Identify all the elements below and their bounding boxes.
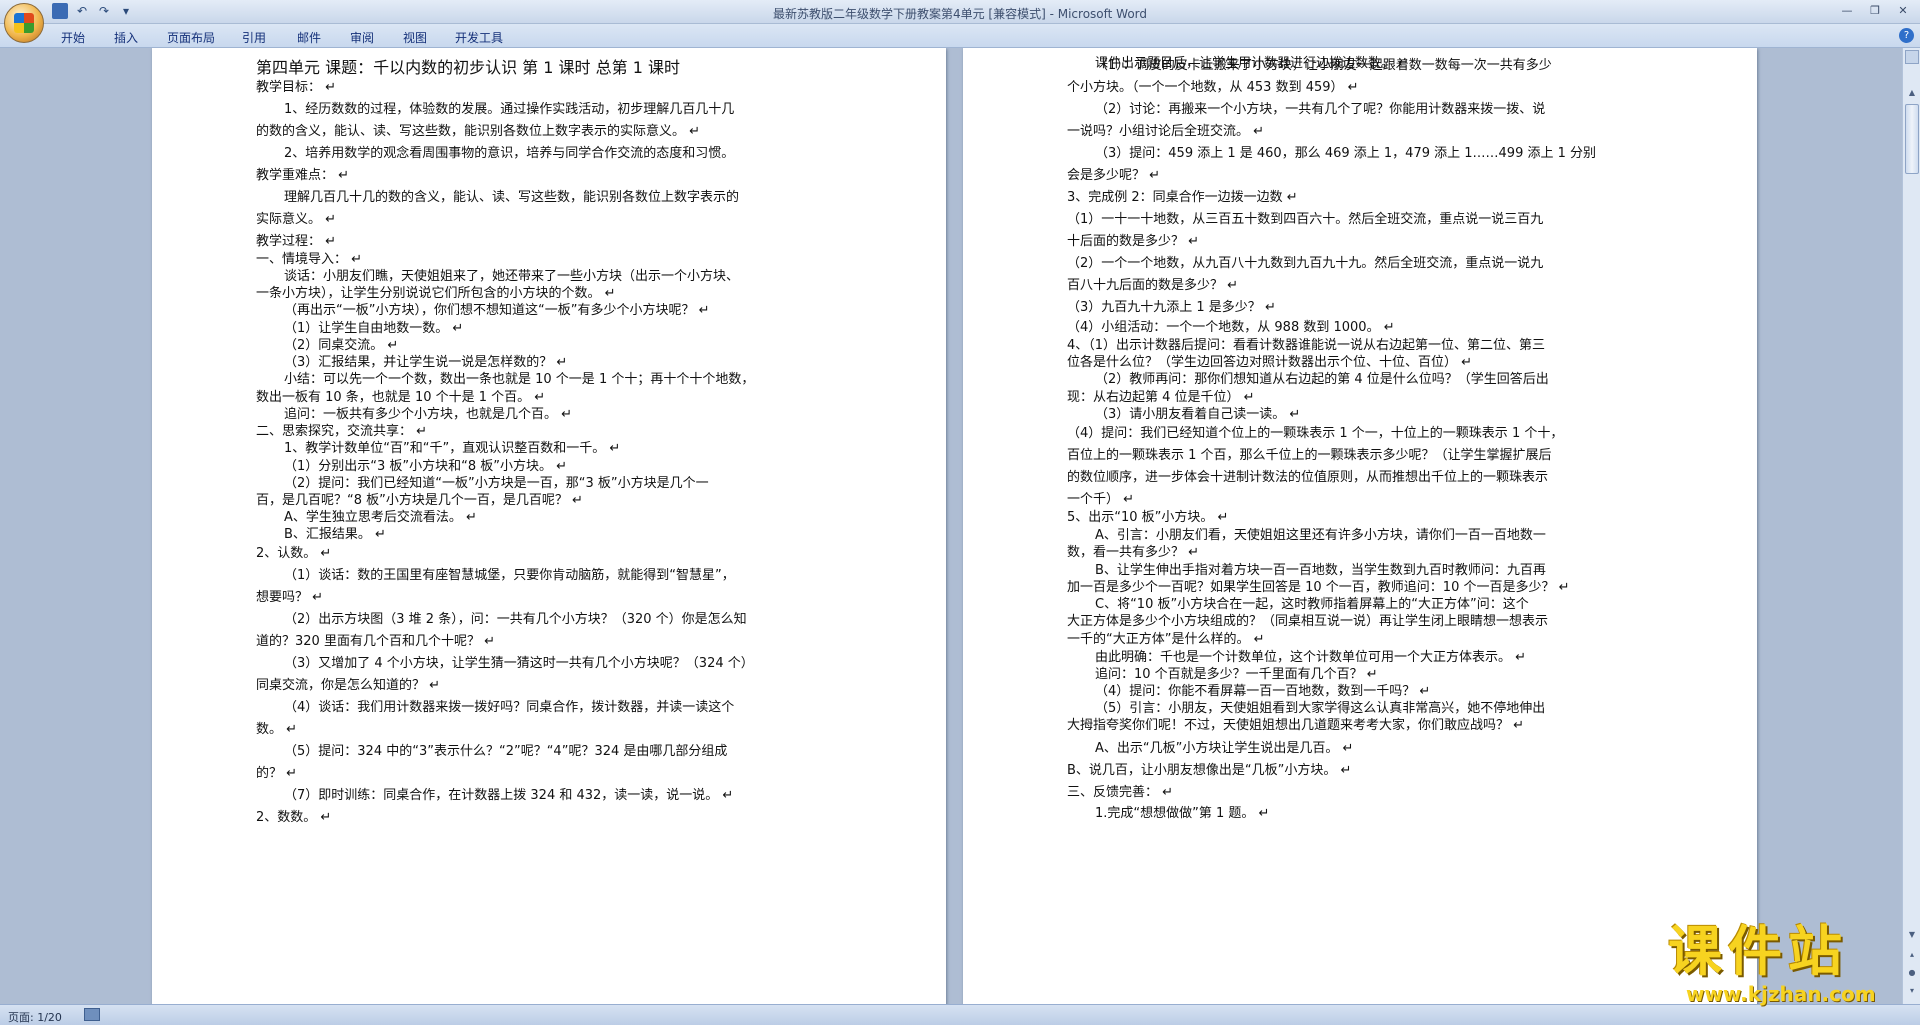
doc-line: （2）一个一个地数，从九百八十九数到九百九十九。然后全班交流，重点说一说九: [1067, 256, 1544, 271]
doc-line: 大拇指夸奖你们呢！不过，天使姐姐想出几道题来考考大家，你们敢应战吗？ ↵: [1067, 718, 1525, 733]
doc-line: 十后面的数是多少？ ↵: [1067, 234, 1200, 249]
select-browse-object-icon[interactable]: ●: [1905, 966, 1919, 980]
watermark-title: 课件站: [1668, 920, 1848, 983]
office-button[interactable]: [4, 3, 44, 43]
maximize-icon[interactable]: ❐: [1862, 2, 1888, 20]
tab-mailings[interactable]: 邮件: [297, 29, 321, 46]
doc-line: （3）九百九十九添上 1 是多少？ ↵: [1067, 300, 1276, 315]
tab-references[interactable]: 引用: [242, 29, 266, 46]
doc-line: 实际意义。 ↵: [256, 212, 337, 227]
status-bar: 页面: 1/20: [0, 1004, 1920, 1025]
doc-line: （4）谈话：我们用计数器来拨一拨好吗？同桌合作，拨计数器，并读一读这个: [284, 700, 735, 715]
doc-line: A、出示“几板”小方块让学生说出是几百。 ↵: [1095, 741, 1354, 756]
doc-line: （2）讨论：再搬来一个小方块，一共有几个了呢？你能用计数器来拨一拨、说: [1095, 102, 1546, 117]
doc-line: 想要吗？ ↵: [256, 590, 324, 605]
doc-line: 道的？320 里面有几个百和几个十呢？ ↵: [256, 634, 495, 649]
doc-line: 三、反馈完善： ↵: [1067, 785, 1174, 800]
document-area[interactable]: 第四单元 课题：千以内数的初步认识 第 1 课时 总第 1 课时教学目标： ↵ 1…: [0, 48, 1902, 1004]
ribbon-tabs: 开始 插入 页面布局 引用 邮件 审阅 视图 开发工具 ?: [0, 24, 1920, 48]
doc-line: 会是多少呢？ ↵: [1067, 168, 1161, 183]
tab-insert[interactable]: 插入: [114, 29, 138, 46]
doc-line: 大正方体是多少个小方块组成的？（同桌相互说一说）再让学生闭上眼睛想一想表示: [1067, 614, 1549, 629]
doc-line: 1、教学计数单位“百”和“千”，直观认识整百数和一千。 ↵: [284, 441, 621, 456]
next-page-icon[interactable]: ▾: [1905, 984, 1919, 998]
scroll-thumb[interactable]: [1905, 104, 1919, 174]
doc-line: 一说吗？小组讨论后全班交流。 ↵: [1067, 124, 1265, 139]
doc-line: （3）又增加了 4 个小方块，让学生猜一猜这时一共有几个小方块呢？（324 个）: [284, 656, 754, 671]
doc-line: 教学重难点： ↵: [256, 168, 350, 183]
doc-line: （1）谈话：数的王国里有座智慧城堡，只要你肯动脑筋，就能得到“智慧星”，: [284, 568, 735, 583]
doc-line: B、汇报结果。 ↵: [284, 527, 386, 542]
ruler-toggle-icon[interactable]: [1905, 50, 1919, 64]
tab-developer[interactable]: 开发工具: [455, 29, 503, 46]
doc-line: （4）小组活动：一个一个地数，从 988 数到 1000。 ↵: [1067, 320, 1395, 335]
doc-line: （2）教师再问：那你们想知道从右边起的第 4 位是什么位吗？（学生回答后出: [1095, 372, 1549, 387]
doc-line: （4）提问：我们已经知道个位上的一颗珠表示 1 个一，十位上的一颗珠表示 1 个…: [1067, 426, 1564, 441]
doc-line: 百位上的一颗珠表示 1 个百，那么千位上的一颗珠表示多少呢？（让学生掌握扩展后: [1067, 448, 1552, 463]
proofing-icon[interactable]: [84, 1008, 100, 1021]
doc-line: （2）出示方块图（3 堆 2 条），问：一共有几个小方块？（320 个）你是怎么…: [284, 612, 747, 627]
doc-line: （1）一十一十地数，从三百五十数到四百六十。然后全班交流，重点说一说三百九: [1067, 212, 1544, 227]
tab-page-layout[interactable]: 页面布局: [167, 29, 215, 46]
doc-line: 2、认数。 ↵: [256, 546, 332, 561]
tab-review[interactable]: 审阅: [350, 29, 374, 46]
minimize-icon[interactable]: —: [1834, 2, 1860, 20]
doc-line: 一个千） ↵: [1067, 492, 1135, 507]
doc-line: 2、数数。 ↵: [256, 810, 332, 825]
doc-line: 的？ ↵: [256, 766, 298, 781]
help-icon[interactable]: ?: [1899, 28, 1914, 43]
window-controls: — ❐ ✕: [1834, 2, 1916, 20]
doc-line: 一千的“大正方体”是什么样的。 ↵: [1067, 632, 1265, 647]
doc-line: （7）即时训练：同桌合作，在计数器上拨 324 和 432，读一读，说一说。 ↵: [284, 788, 734, 803]
doc-line: 教学过程： ↵: [256, 234, 337, 249]
previous-page-icon[interactable]: ▴: [1905, 948, 1919, 962]
doc-line: 同桌交流，你是怎么知道的？ ↵: [256, 678, 441, 693]
doc-line: 2、培养用数学的观念看周围事物的意识，培养与同学合作交流的态度和习惯。: [284, 146, 735, 161]
doc-line: B、说几百，让小朋友想像出是“几板”小方块。 ↵: [1067, 763, 1352, 778]
office-logo-icon: [14, 13, 34, 33]
doc-line: 1.完成“想想做做”第 1 题。 ↵: [1095, 806, 1270, 821]
doc-line: 数，看一共有多少？ ↵: [1067, 545, 1200, 560]
vertical-scrollbar[interactable]: ▲ ▼ ▴ ● ▾: [1902, 48, 1920, 1004]
doc-line: 数。 ↵: [256, 722, 298, 737]
document-page-2[interactable]: （1）：调皮的皮卡丘搬来了小方块，让小朋友一起跟着数一数每一次一共有多少 个小方块…: [963, 48, 1757, 1004]
doc-line: 教学目标： ↵: [256, 80, 337, 95]
scroll-down-icon[interactable]: ▼: [1905, 928, 1919, 942]
doc-line: （3）请小朋友看着自己读一读。 ↵: [1095, 407, 1301, 422]
doc-line: 5、出示“10 板”小方块。 ↵: [1067, 510, 1229, 525]
doc-line: （5）提问：324 中的“3”表示什么？“2”呢？“4”呢？324 是由哪几部分…: [284, 744, 728, 759]
doc-line: 3、完成例 2：同桌合作一边拨一边数 ↵: [1067, 190, 1298, 205]
doc-line: 1、经历数数的过程，体验数的发展。通过操作实践活动，初步理解几百几十几: [284, 102, 735, 117]
doc-line: 理解几百几十几的数的含义，能认、读、写这些数，能识别各数位上数字表示的: [284, 190, 740, 205]
doc-line: 第四单元 课题：千以内数的初步认识 第 1 课时 总第 1 课时: [256, 58, 680, 77]
title-bar: ↶ ↷ ▾ 最新苏教版二年级数学下册教案第4单元 [兼容模式] - Micros…: [0, 0, 1920, 24]
page-count[interactable]: 页面: 1/20: [8, 1009, 62, 1025]
doc-line: 的数的含义，能认、读、写这些数，能识别各数位上数字表示的实际意义。 ↵: [256, 124, 701, 139]
doc-line: 百八十九后面的数是多少？ ↵: [1067, 278, 1239, 293]
tab-view[interactable]: 视图: [403, 29, 427, 46]
watermark-logo: 课件站 www.kjzhan.com: [1668, 920, 1904, 1007]
document-page-1[interactable]: 第四单元 课题：千以内数的初步认识 第 1 课时 总第 1 课时教学目标： ↵ 1…: [152, 48, 946, 1004]
close-icon[interactable]: ✕: [1890, 2, 1916, 20]
tab-home[interactable]: 开始: [61, 29, 85, 46]
watermark-url: www.kjzhan.com: [1686, 982, 1876, 1006]
doc-line: 小结：可以先一个一个数，数出一条也就是 10 个一是 1 个十；再十个十个地数，: [284, 372, 755, 387]
doc-line: 课件出示题目后，让学生用计数器进行边拨边数数。 ↵: [1095, 56, 1410, 71]
window-title: 最新苏教版二年级数学下册教案第4单元 [兼容模式] - Microsoft Wo…: [772, 7, 1148, 21]
doc-line: 的数位顺序，进一步体会十进制计数法的位值原则，从而推想出千位上的一颗珠表示: [1067, 470, 1549, 485]
doc-line: （再出示“一板”小方块），你们想不想知道这“一板”有多少个小方块呢？ ↵: [284, 303, 710, 318]
doc-line: 个小方块。（一个一个地数，从 453 数到 459） ↵: [1067, 80, 1359, 95]
doc-line: （3）提问：459 添上 1 是 460，那么 469 添上 1，479 添上 …: [1095, 146, 1597, 161]
scroll-up-icon[interactable]: ▲: [1905, 86, 1919, 100]
